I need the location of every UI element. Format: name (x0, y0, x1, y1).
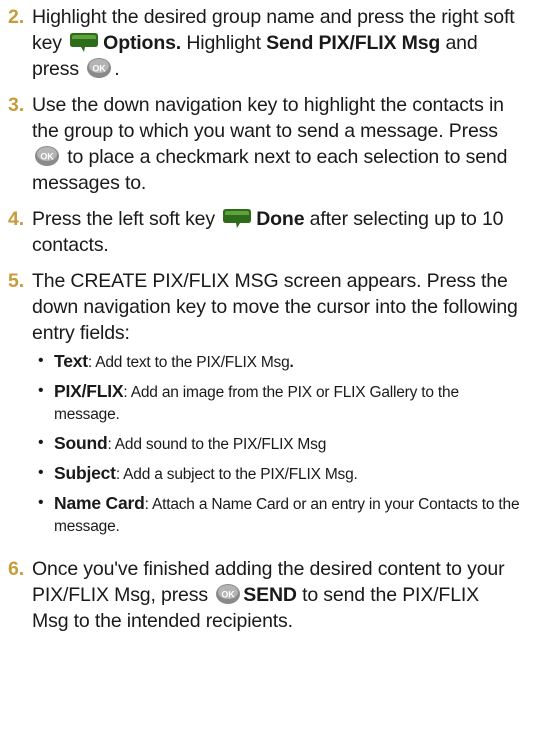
list-item: • Sound: Add sound to the PIX/FLIX Msg (38, 432, 520, 456)
step-text-run: . (114, 58, 120, 80)
field-term: PIX/FLIX (54, 381, 124, 401)
field-term: Subject (54, 463, 116, 483)
options-label: Options. (103, 32, 182, 54)
bullet-icon: • (38, 464, 44, 481)
send-pix-flix-msg-label: Send PIX/FLIX Msg (266, 32, 441, 54)
step-text: Once you've finished adding the desired … (32, 556, 520, 634)
ok-key-icon: OK (216, 584, 241, 604)
list-item: • PIX/FLIX: Add an image from the PIX or… (38, 380, 520, 426)
step-number: 3. (8, 94, 24, 116)
bullet-icon: • (38, 352, 44, 369)
bullet-icon: • (38, 382, 44, 399)
step-text-run: Highlight (181, 32, 267, 54)
step-5: 5. The CREATE PIX/FLIX MSG screen appear… (8, 268, 520, 544)
done-label: Done (256, 208, 305, 230)
ok-key-icon: OK (35, 146, 59, 166)
field-term: Sound (54, 433, 108, 453)
step-number: 2. (8, 6, 24, 28)
bullet-icon: • (38, 494, 44, 511)
list-item: • Name Card: Attach a Name Card or an en… (38, 492, 520, 538)
step-number: 5. (8, 270, 24, 292)
right-soft-key-icon (70, 33, 99, 52)
step-3: 3. Use the down navigation key to highli… (8, 92, 520, 196)
field-desc: : Add text to the PIX/FLIX Msg (87, 354, 290, 371)
svg-text:OK: OK (93, 64, 107, 74)
svg-text:OK: OK (40, 152, 54, 162)
step-text: The CREATE PIX/FLIX MSG screen appears. … (32, 268, 520, 544)
ok-key-icon: OK (87, 58, 112, 78)
field-term: Name Card (54, 493, 145, 513)
step-4: 4. Press the left soft key Done after se… (8, 206, 520, 258)
step-text: Highlight the desired group name and pre… (32, 4, 520, 82)
send-label: SEND (243, 584, 297, 606)
step-2: 2. Highlight the desired group name and … (8, 4, 520, 82)
field-desc: : Add sound to the PIX/FLIX Msg (107, 436, 327, 453)
step-text-run: to place a checkmark next to each select… (32, 146, 508, 194)
step-number: 4. (8, 208, 24, 230)
list-item: • Text: Add text to the PIX/FLIX Msg. (38, 350, 520, 374)
entry-field-list: • Text: Add text to the PIX/FLIX Msg. • … (32, 350, 520, 538)
step-text-run: Press the left soft key (32, 208, 221, 230)
field-term: Text (54, 351, 88, 371)
list-item: • Subject: Add a subject to the PIX/FLIX… (38, 462, 520, 486)
manual-page: 2. Highlight the desired group name and … (0, 0, 540, 732)
step-number: 6. (8, 558, 24, 580)
step-text: Press the left soft key Done after selec… (32, 206, 520, 258)
step-text-run: Use the down navigation key to highlight… (32, 94, 504, 142)
step-6: 6. Once you've finished adding the desir… (8, 556, 520, 634)
left-soft-key-icon (223, 209, 252, 228)
field-desc: : Add a subject to the PIX/FLIX Msg. (115, 466, 358, 483)
step-text-run: The CREATE PIX/FLIX MSG screen appears. … (32, 270, 518, 344)
step-text: Use the down navigation key to highlight… (32, 92, 520, 196)
field-desc-tail: . (289, 354, 294, 371)
svg-text:OK: OK (222, 590, 236, 600)
bullet-icon: • (38, 434, 44, 451)
